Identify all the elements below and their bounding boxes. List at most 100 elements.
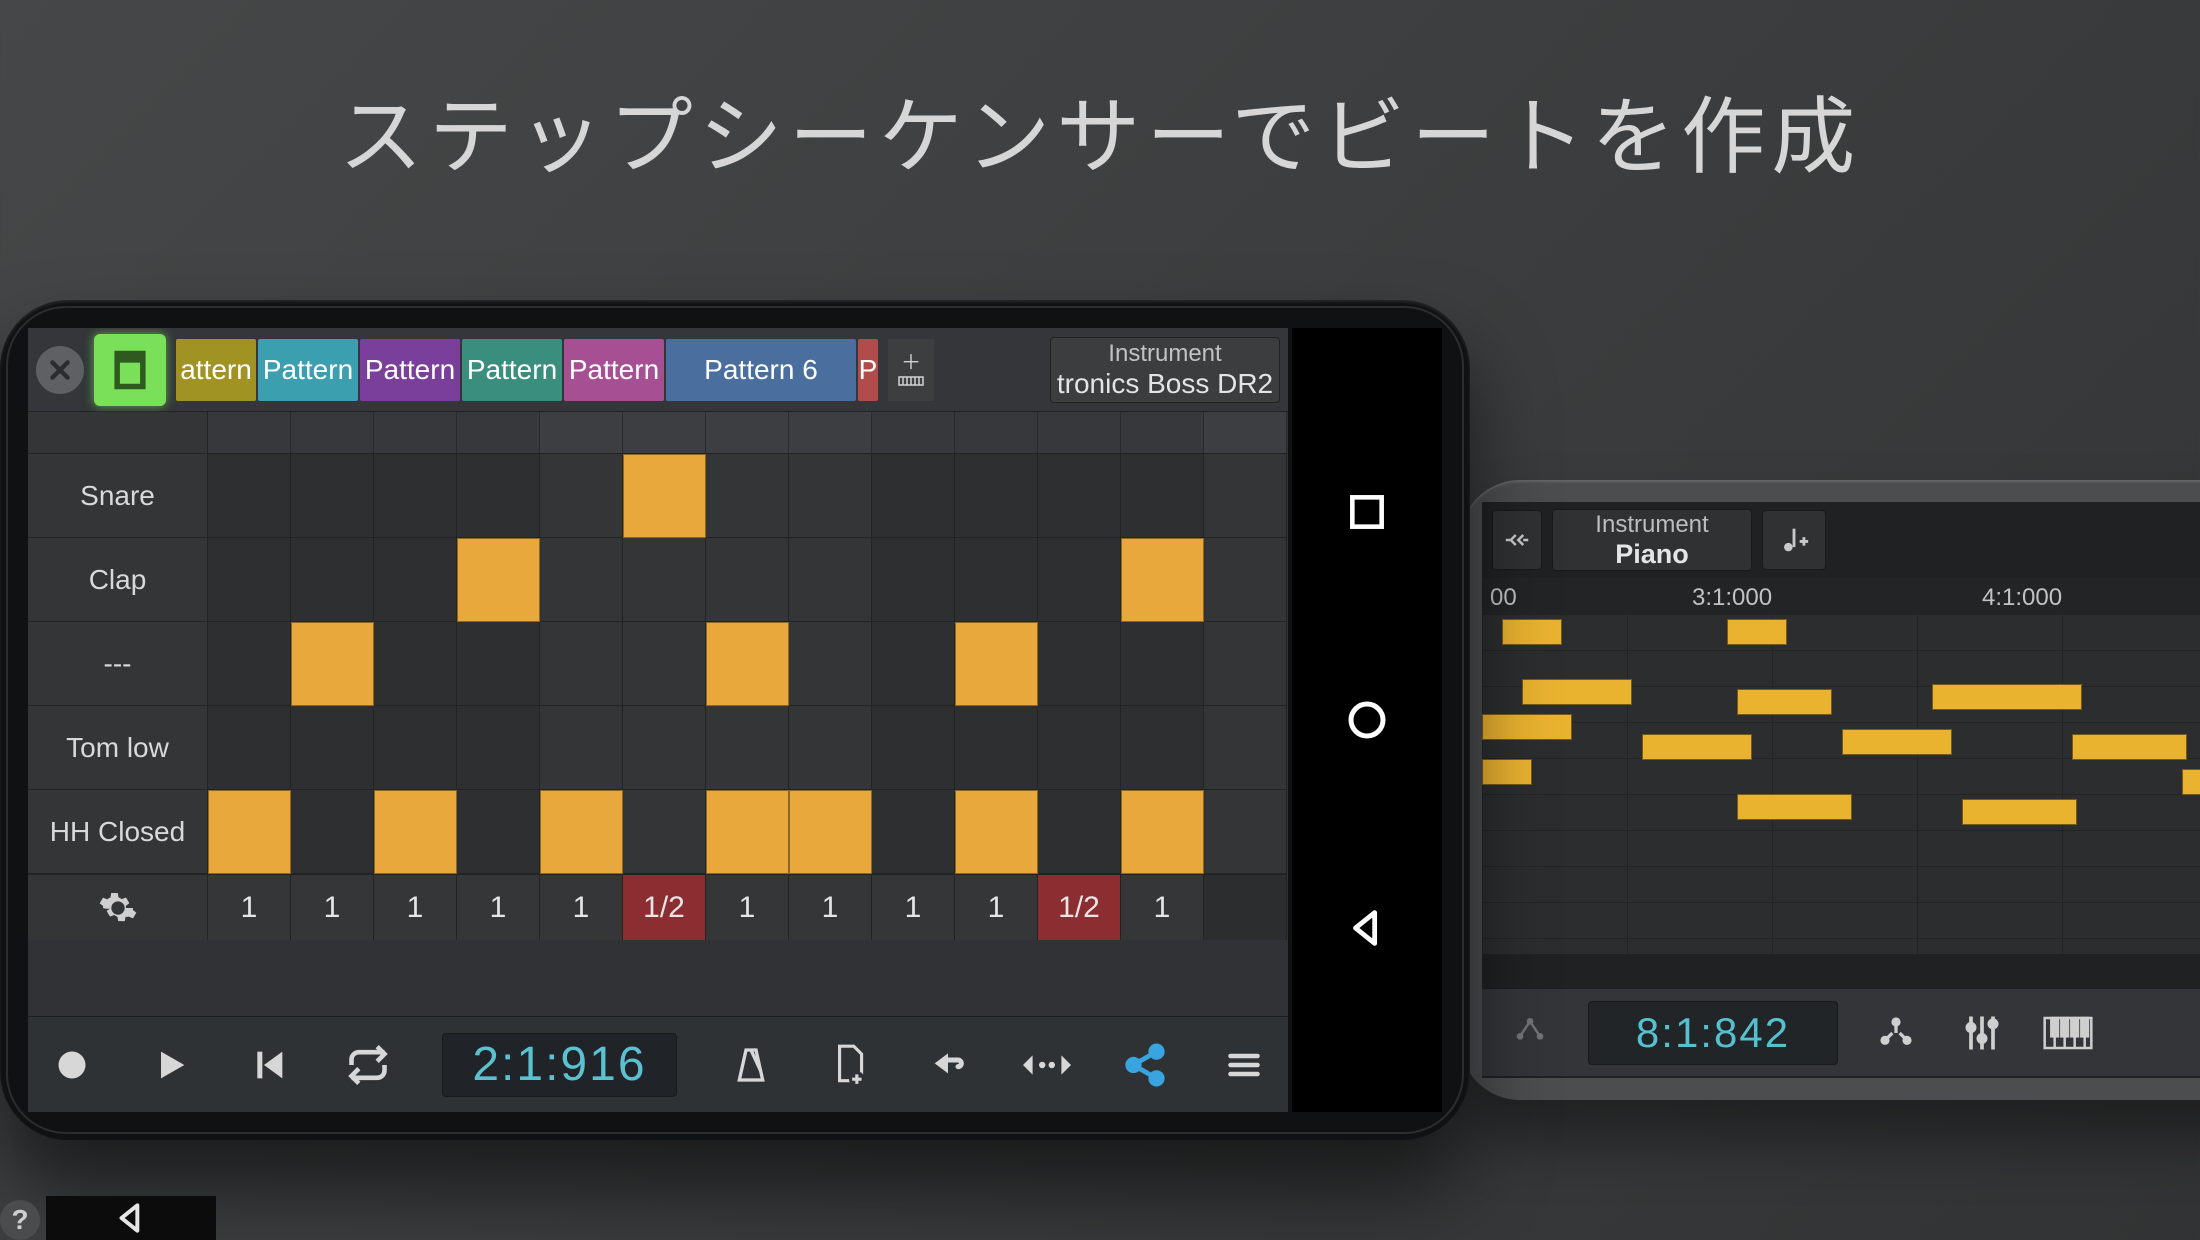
step-cell[interactable] <box>374 454 457 538</box>
step-cell[interactable] <box>374 790 457 874</box>
step-cell[interactable] <box>706 454 789 538</box>
step-cell[interactable] <box>706 538 789 622</box>
velocity-cell[interactable]: 1 <box>291 874 374 940</box>
share-button[interactable] <box>1121 1038 1170 1092</box>
step-cell[interactable] <box>1204 538 1287 622</box>
metronome-button[interactable] <box>727 1038 776 1092</box>
step-cell[interactable] <box>1121 622 1204 706</box>
midi-note[interactable] <box>1502 619 1562 645</box>
step-cell[interactable] <box>789 790 872 874</box>
step-cell[interactable] <box>872 454 955 538</box>
step-cell[interactable] <box>789 622 872 706</box>
step-cell[interactable] <box>955 454 1038 538</box>
step-cell[interactable] <box>623 538 706 622</box>
midi-note[interactable] <box>2182 769 2200 795</box>
velocity-cell[interactable]: 1 <box>872 874 955 940</box>
velocity-cell[interactable] <box>1204 874 1287 940</box>
time-display[interactable]: 2:1:916 <box>442 1033 676 1097</box>
step-cell[interactable] <box>789 454 872 538</box>
step-cell[interactable] <box>1121 790 1204 874</box>
nav-back-icon[interactable] <box>1337 898 1397 958</box>
mixer-icon[interactable] <box>1954 1005 2010 1061</box>
prev-icon[interactable] <box>1502 1005 1558 1061</box>
step-cell[interactable] <box>208 538 291 622</box>
midi-note[interactable] <box>1642 734 1752 760</box>
midi-note[interactable] <box>2072 734 2187 760</box>
step-cell[interactable] <box>872 538 955 622</box>
step-cell[interactable] <box>457 538 540 622</box>
step-cell[interactable] <box>789 538 872 622</box>
step-cell[interactable] <box>623 706 706 790</box>
pattern-tab[interactable]: Pattern <box>564 339 664 401</box>
step-grid[interactable] <box>208 412 1288 874</box>
midi-note[interactable] <box>1737 689 1832 715</box>
step-cell[interactable] <box>955 622 1038 706</box>
step-cell[interactable] <box>208 622 291 706</box>
step-cell[interactable] <box>623 622 706 706</box>
step-cell[interactable] <box>291 454 374 538</box>
time-display[interactable]: 8:1:842 <box>1588 1001 1838 1065</box>
step-cell[interactable] <box>374 538 457 622</box>
pattern-tab[interactable]: Pattern 6 <box>666 339 856 401</box>
rewind-button[interactable] <box>245 1038 294 1092</box>
step-cell[interactable] <box>955 706 1038 790</box>
step-cell[interactable] <box>1121 454 1204 538</box>
velocity-cell[interactable]: 1 <box>1121 874 1204 940</box>
step-cell[interactable] <box>872 622 955 706</box>
record-button[interactable] <box>48 1038 97 1092</box>
step-cell[interactable] <box>1038 454 1121 538</box>
step-cell[interactable] <box>623 790 706 874</box>
fx-icon[interactable] <box>1868 1005 1924 1061</box>
midi-note[interactable] <box>1727 619 1787 645</box>
play-button[interactable] <box>147 1038 196 1092</box>
track-label[interactable]: HH Closed <box>28 790 208 874</box>
step-cell[interactable] <box>1038 706 1121 790</box>
instrument-selector[interactable]: Instrument tronics Boss DR2 <box>1050 337 1280 403</box>
stretch-button[interactable] <box>1022 1038 1071 1092</box>
velocity-cell[interactable]: 1 <box>789 874 872 940</box>
midi-note[interactable] <box>1522 679 1632 705</box>
nav-recent-icon[interactable] <box>1337 482 1397 542</box>
step-cell[interactable] <box>1204 454 1287 538</box>
step-cell[interactable] <box>1204 706 1287 790</box>
step-cell[interactable] <box>457 706 540 790</box>
step-cell[interactable] <box>374 706 457 790</box>
background-nav-back-icon[interactable] <box>46 1196 216 1240</box>
track-label[interactable]: --- <box>28 622 208 706</box>
help-button[interactable]: ? <box>0 1200 40 1240</box>
timeline-ruler[interactable]: 003:1:0004:1:0005:1: <box>1482 578 2200 614</box>
step-cell[interactable] <box>1121 538 1204 622</box>
track-label[interactable]: Tom low <box>28 706 208 790</box>
step-cell[interactable] <box>789 706 872 790</box>
step-cell[interactable] <box>1038 622 1121 706</box>
step-cell[interactable] <box>1204 622 1287 706</box>
midi-note[interactable] <box>1737 794 1852 820</box>
step-cell[interactable] <box>457 790 540 874</box>
loop-button[interactable] <box>344 1038 393 1092</box>
step-cell[interactable] <box>872 706 955 790</box>
step-cell[interactable] <box>1204 790 1287 874</box>
keyboard-icon[interactable] <box>2040 1005 2096 1061</box>
midi-note[interactable] <box>1482 714 1572 740</box>
menu-button[interactable] <box>1219 1038 1268 1092</box>
pattern-tab[interactable]: Pattern <box>462 339 562 401</box>
velocity-cell[interactable]: 1 <box>706 874 789 940</box>
step-cell[interactable] <box>291 622 374 706</box>
step-cell[interactable] <box>540 790 623 874</box>
step-cell[interactable] <box>291 790 374 874</box>
step-cell[interactable] <box>1121 706 1204 790</box>
snap-button[interactable] <box>1492 510 1542 570</box>
step-cell[interactable] <box>540 454 623 538</box>
midi-note[interactable] <box>1482 759 1532 785</box>
step-cell[interactable] <box>374 622 457 706</box>
velocity-cell[interactable]: 1/2 <box>1038 874 1121 940</box>
close-button[interactable] <box>36 346 84 394</box>
step-cell[interactable] <box>955 538 1038 622</box>
midi-note[interactable] <box>1962 799 2077 825</box>
step-cell[interactable] <box>955 790 1038 874</box>
step-cell[interactable] <box>872 790 955 874</box>
step-cell[interactable] <box>623 454 706 538</box>
undo-button[interactable] <box>924 1038 973 1092</box>
step-cell[interactable] <box>208 790 291 874</box>
velocity-cell[interactable]: 1 <box>457 874 540 940</box>
